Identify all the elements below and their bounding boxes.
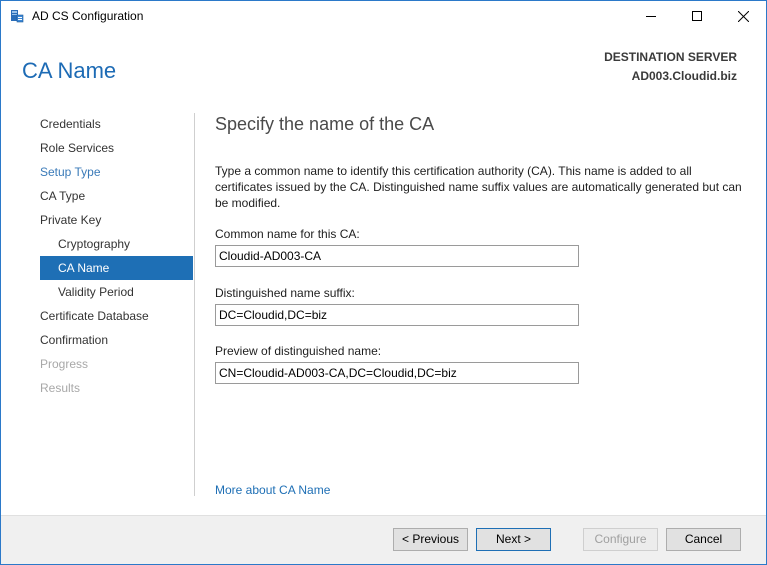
sidebar-item-confirmation[interactable]: Confirmation [40, 328, 108, 352]
maximize-icon [692, 11, 702, 21]
sidebar-item-progress: Progress [40, 357, 89, 371]
sidebar-item-setup-type[interactable]: Setup Type [40, 160, 101, 184]
common-name-input[interactable]: Cloudid-AD003-CA [215, 245, 579, 267]
sidebar-item-ca-name[interactable]: CA Name [40, 256, 193, 280]
sidebar-item-credentials[interactable]: Credentials [40, 112, 101, 136]
minimize-button[interactable] [628, 1, 674, 31]
dn-suffix-input[interactable]: DC=Cloudid,DC=biz [215, 304, 579, 326]
minimize-icon [646, 16, 656, 17]
next-button[interactable]: Next > [476, 528, 551, 551]
title-bar[interactable]: AD CS Configuration [1, 1, 766, 31]
previous-button[interactable]: < Previous [393, 528, 468, 551]
destination-server-label: DESTINATION SERVER [604, 50, 737, 64]
destination-server-name: AD003.Cloudid.biz [631, 69, 737, 83]
section-title: Specify the name of the CA [215, 114, 435, 134]
sidebar-item-validity-period[interactable]: Validity Period [58, 280, 134, 304]
description-text: Type a common name to identify this cert… [215, 164, 742, 210]
preview-dn-label: Preview of distinguished name: [215, 344, 382, 358]
ad-cs-configuration-window: AD CS Configuration CA Name DESTINATION … [0, 0, 767, 565]
sidebar-item-cryptography[interactable]: Cryptography [58, 232, 130, 256]
cancel-button[interactable]: Cancel [666, 528, 741, 551]
sidebar-item-private-key[interactable]: Private Key [40, 208, 101, 232]
configure-button: Configure [583, 528, 658, 551]
maximize-button[interactable] [674, 1, 720, 31]
sidebar-item-role-services[interactable]: Role Services [40, 136, 114, 160]
page-title: CA Name [22, 58, 117, 83]
dn-suffix-label: Distinguished name suffix: [215, 286, 355, 300]
sidebar-item-ca-type[interactable]: CA Type [40, 184, 85, 208]
common-name-label: Common name for this CA: [215, 227, 360, 241]
close-icon [737, 10, 749, 22]
preview-dn-field[interactable]: CN=Cloudid-AD003-CA,DC=Cloudid,DC=biz [215, 362, 579, 384]
more-about-ca-name-link[interactable]: More about CA Name [215, 483, 330, 497]
close-button[interactable] [720, 1, 766, 31]
sidebar-item-results: Results [40, 381, 81, 395]
sidebar-item-certificate-database[interactable]: Certificate Database [40, 304, 149, 328]
sidebar-divider [194, 113, 195, 496]
window-title: AD CS Configuration [32, 9, 144, 23]
server-config-icon [10, 9, 24, 23]
button-bar: < Previous Next > Configure Cancel [1, 515, 766, 564]
